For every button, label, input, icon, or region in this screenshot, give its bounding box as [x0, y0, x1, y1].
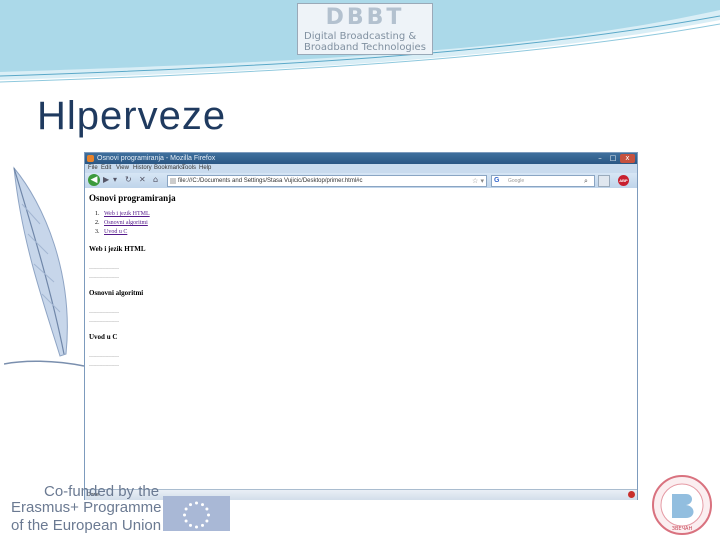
logo-subtitle-line2: Broadband Technologies [304, 42, 426, 53]
bookmark-star-icon[interactable]: ☆ ▾ [472, 176, 484, 186]
browser-window: Osnovi programiranja - Mozilla Firefox –… [84, 152, 638, 500]
page-content: Osnovi programiranja 1. Web i jezik HTML … [85, 188, 637, 486]
menu-view[interactable]: View [116, 164, 129, 173]
url-text[interactable]: file:///C:/Documents and Settings/Stasa … [178, 176, 363, 186]
address-bar[interactable]: file:///C:/Documents and Settings/Stasa … [167, 175, 487, 187]
feather-quill-icon [4, 166, 85, 367]
menu-history[interactable]: History [133, 164, 152, 173]
page-heading: Osnovi programiranja [89, 193, 176, 203]
toc-number: 3. [95, 229, 100, 235]
section-placeholder-text: …………… [89, 353, 119, 359]
search-input[interactable]: G Google ⌕ [491, 175, 595, 187]
erasmus-text-line1: Erasmus+ Programme [11, 499, 162, 516]
maximize-button[interactable]: □ [607, 154, 619, 163]
minimize-button[interactable]: – [594, 154, 606, 163]
close-button[interactable]: x [620, 154, 635, 163]
erasmus-text-line2: of the European Union [11, 517, 162, 534]
search-placeholder: Google [508, 178, 525, 184]
home-icon[interactable]: ⌂ [153, 175, 158, 185]
toc-number: 1. [95, 211, 100, 217]
adblock-icon[interactable]: ABP [618, 175, 629, 186]
section-placeholder-text: …………… [89, 362, 119, 368]
menu-bookmarks[interactable]: Bookmarks [154, 164, 184, 173]
search-engine-icon[interactable]: G [494, 176, 499, 186]
toc-item: 2. Osnovni algoritmi [95, 219, 150, 228]
dbbt-logo: DBBT Digital Broadcasting & Broadband Te… [297, 3, 433, 55]
toc-link-osnovni-algoritmi[interactable]: Osnovni algoritmi [104, 220, 148, 226]
section-placeholder-text: …………… [89, 309, 119, 315]
section-heading-osnovni-algoritmi: Osnovni algoritmi [89, 289, 144, 297]
toc-item: 1. Web i jezik HTML [95, 210, 150, 219]
section-heading-web-html: Web i jezik HTML [89, 245, 146, 253]
table-of-contents: 1. Web i jezik HTML 2. Osnovni algoritmi 3… [95, 210, 150, 237]
stop-icon[interactable]: ✕ [139, 175, 146, 185]
menu-edit[interactable]: Edit [101, 164, 111, 173]
section-placeholder-text: …………… [89, 274, 119, 280]
firefox-icon [87, 155, 94, 162]
svg-text:ЗВЕЧАН: ЗВЕЧАН [672, 526, 693, 532]
slide-title: Hlperveze [37, 94, 227, 138]
section-placeholder-text: …………… [89, 318, 119, 324]
logo-subtitle-line1: Digital Broadcasting & [304, 31, 417, 42]
menu-help[interactable]: Help [199, 164, 211, 173]
toolbar-addon-icon[interactable] [598, 175, 610, 187]
toc-item: 3. Uvod u C [95, 228, 150, 237]
cofunded-text: Co-funded by the [44, 483, 160, 500]
menu-tools[interactable]: Tools [182, 164, 196, 173]
forward-arrow-icon[interactable]: ▶ [103, 175, 109, 185]
toc-link-uvod-u-c[interactable]: Uvod u C [104, 229, 127, 235]
university-seal-icon: ЗВЕЧАН [652, 475, 712, 535]
logo-title: DBBT [325, 5, 405, 30]
history-dropdown-icon[interactable]: ▾ [113, 175, 117, 185]
search-go-icon[interactable]: ⌕ [584, 176, 588, 186]
toc-number: 2. [95, 220, 100, 226]
reload-icon[interactable]: ↻ [125, 175, 132, 185]
menu-bar: File Edit View History Bookmarks Tools H… [85, 164, 637, 173]
navigation-toolbar: ◀ ▶ ▾ ↻ ✕ ⌂ file:///C:/Documents and Set… [85, 173, 637, 188]
back-arrow-icon[interactable]: ◀ [88, 174, 100, 186]
page-favicon-icon [170, 178, 176, 184]
section-heading-uvod-u-c: Uvod u C [89, 333, 118, 341]
status-error-icon[interactable] [628, 491, 635, 498]
section-placeholder-text: …………… [89, 265, 119, 271]
toc-link-web-html[interactable]: Web i jezik HTML [104, 211, 150, 217]
browser-titlebar[interactable]: Osnovi programiranja - Mozilla Firefox –… [85, 153, 637, 164]
eu-flag-icon [163, 496, 230, 531]
window-title: Osnovi programiranja - Mozilla Firefox [97, 155, 216, 162]
menu-file[interactable]: File [88, 164, 98, 173]
